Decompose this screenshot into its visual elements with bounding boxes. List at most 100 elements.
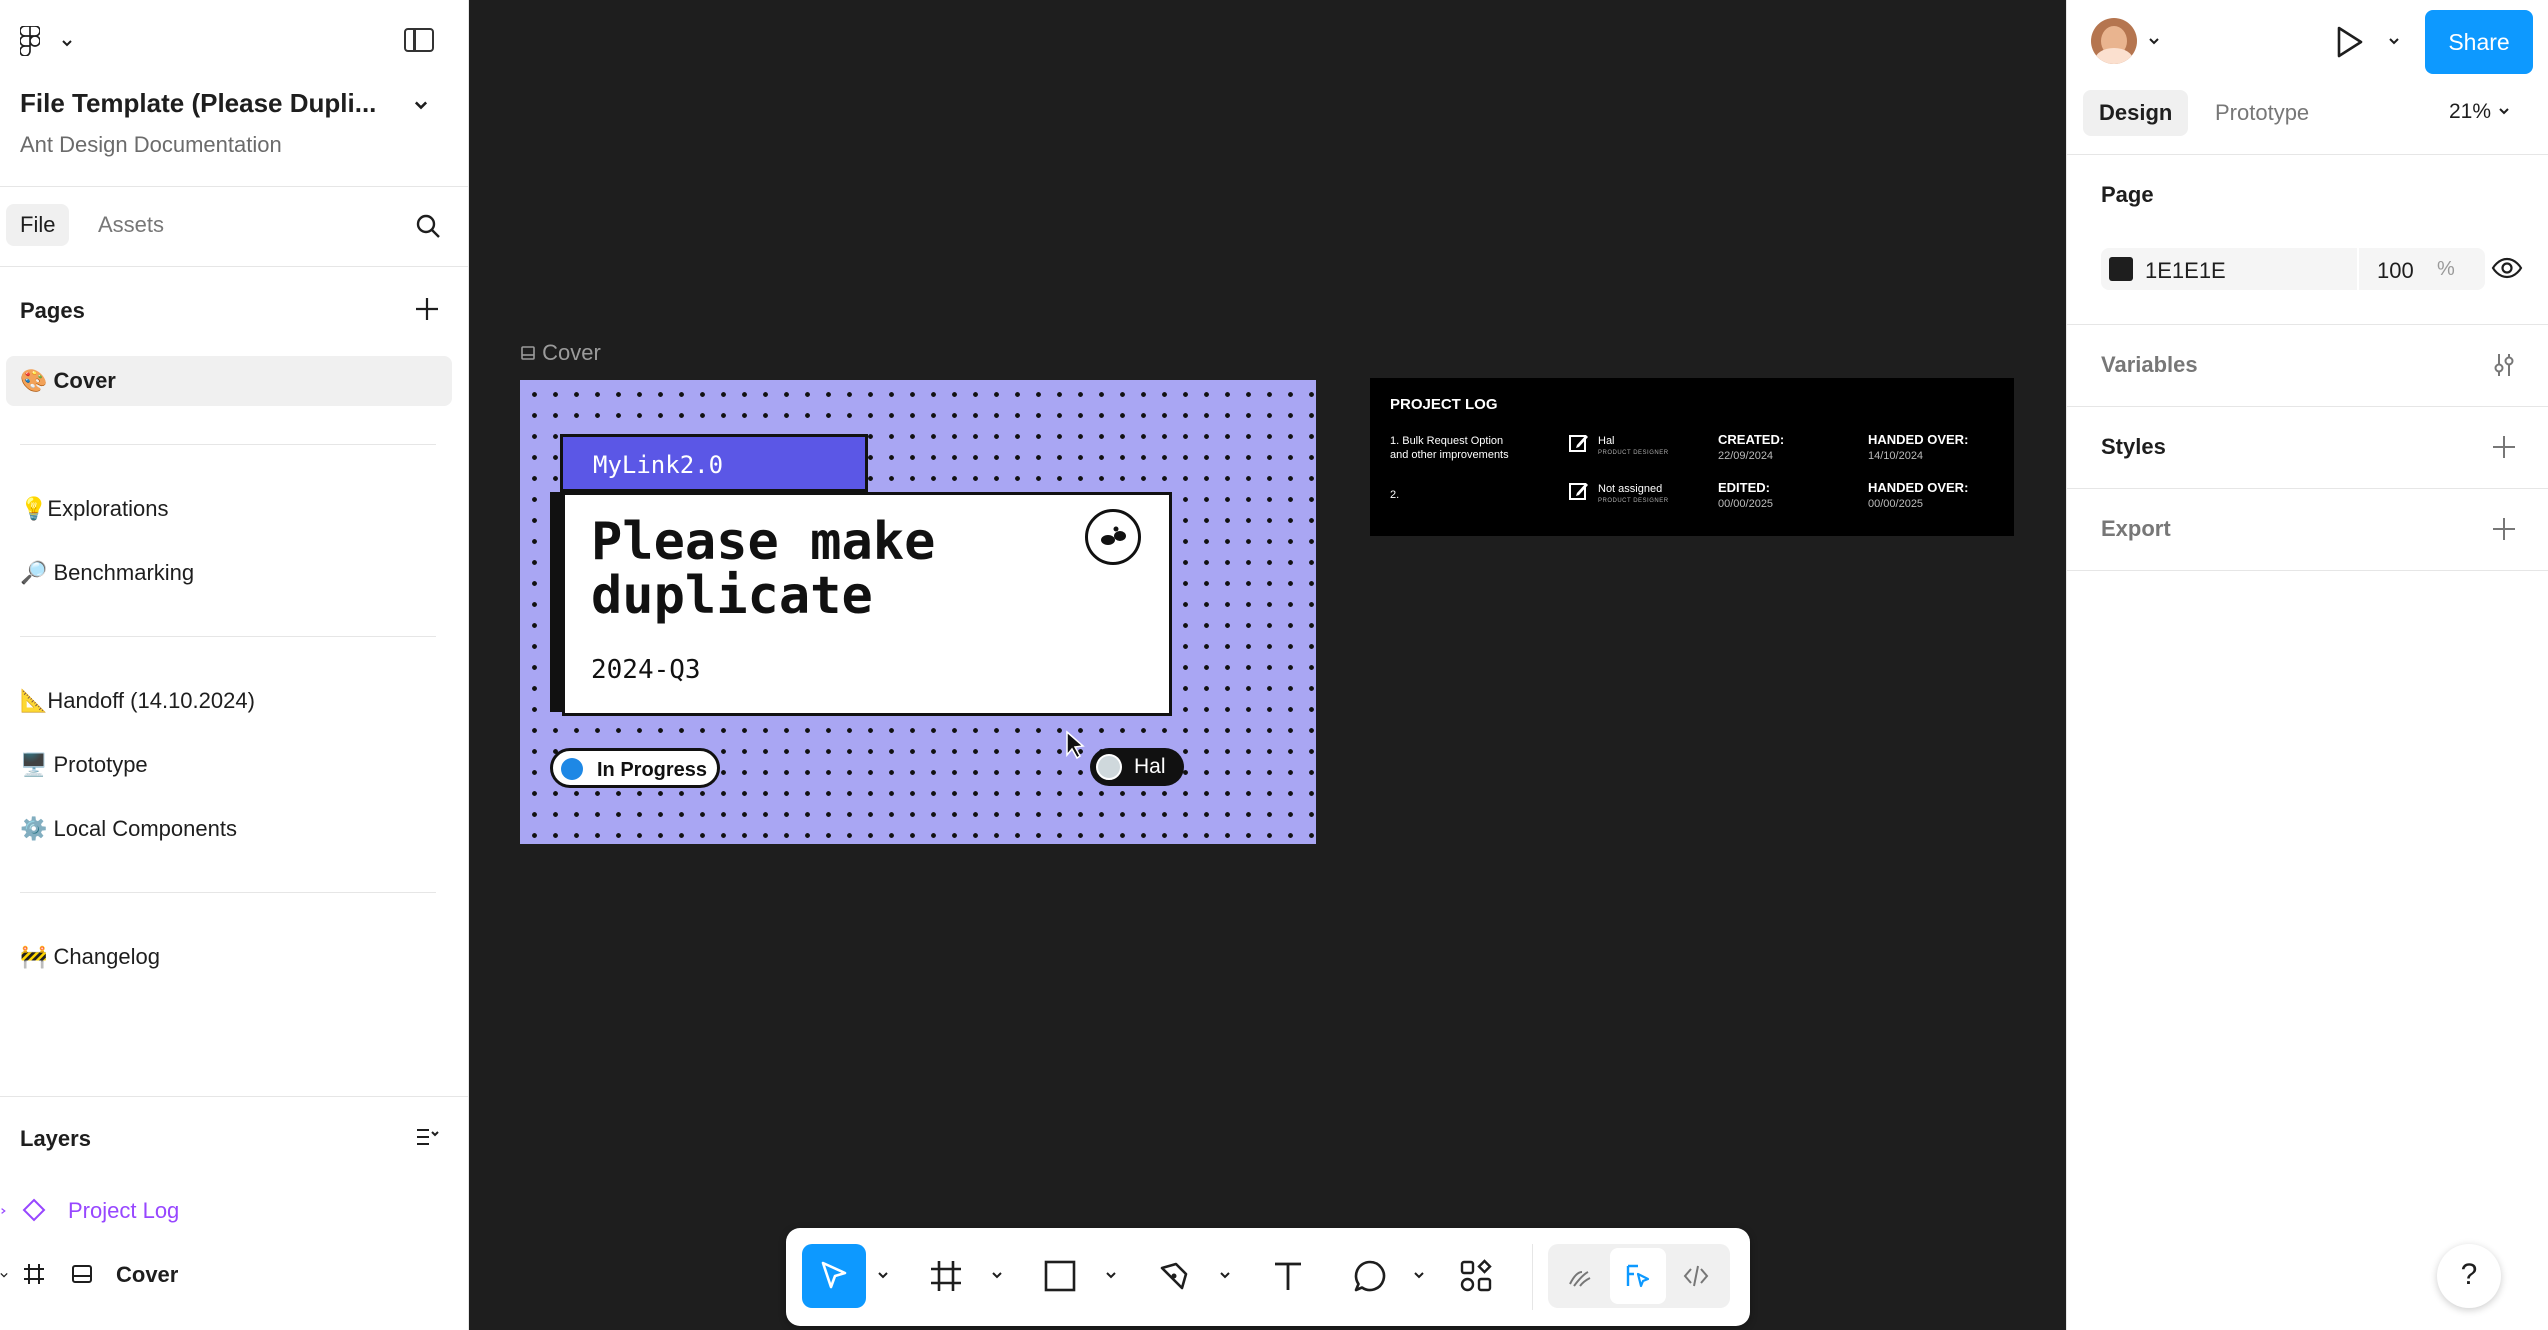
cover-tag-label: MyLink2.0 <box>593 451 724 479</box>
add-style-icon[interactable] <box>2491 434 2517 460</box>
cover-frame-label[interactable]: Cover <box>520 340 601 366</box>
edit-icon <box>1569 435 1588 452</box>
project-log-title: PROJECT LOG <box>1390 396 1498 413</box>
chevron-down-icon[interactable] <box>2387 34 2401 48</box>
zoom-control[interactable]: 21% <box>2449 100 2511 124</box>
divider <box>2067 488 2548 489</box>
chevron-down-icon[interactable] <box>990 1268 1004 1282</box>
color-swatch[interactable] <box>2109 257 2133 281</box>
project-name[interactable]: Ant Design Documentation <box>20 132 282 158</box>
variables-settings-icon[interactable] <box>2491 352 2517 378</box>
sidebar-toggle-icon[interactable] <box>404 28 434 52</box>
page-color-field[interactable]: 1E1E1E 100 % <box>2101 248 2485 290</box>
pen-icon <box>1160 1262 1188 1290</box>
layer-cover[interactable]: Cover <box>0 1250 468 1300</box>
page-separator <box>20 636 436 637</box>
search-icon[interactable] <box>414 212 442 240</box>
status-dot <box>561 758 583 780</box>
chevron-down-icon[interactable] <box>412 96 430 114</box>
add-export-icon[interactable] <box>2491 516 2517 542</box>
left-sidebar: File Template (Please Dupli... Ant Desig… <box>0 0 469 1330</box>
dev-mode-button[interactable] <box>1668 1248 1724 1304</box>
status-badge: In Progress <box>550 748 720 788</box>
add-page-icon[interactable] <box>414 296 440 322</box>
chevron-down-icon[interactable] <box>1104 1268 1118 1282</box>
design-mode-button[interactable] <box>1610 1248 1666 1304</box>
code-icon <box>1683 1265 1709 1287</box>
tab-prototype[interactable]: Prototype <box>2215 100 2309 126</box>
log-created-date: 22/09/2024 <box>1718 450 1774 462</box>
help-button[interactable]: ? <box>2437 1244 2501 1308</box>
draw-mode-button[interactable] <box>1552 1248 1608 1304</box>
chevron-down-icon[interactable] <box>876 1268 890 1282</box>
avatar[interactable] <box>2091 18 2137 64</box>
shape-tool-button[interactable] <box>1028 1244 1092 1308</box>
opacity-input[interactable]: 100 <box>2377 258 2414 284</box>
tab-assets[interactable]: Assets <box>98 212 164 238</box>
rectangle-icon <box>1044 1260 1076 1292</box>
chevron-down-icon[interactable] <box>1218 1268 1232 1282</box>
percent-label: % <box>2437 258 2455 280</box>
text-tool-button[interactable] <box>1256 1244 1320 1308</box>
chevron-down-icon[interactable] <box>2147 34 2161 48</box>
page-item-prototype[interactable]: 🖥️ Prototype <box>6 740 452 790</box>
main-menu-button[interactable] <box>10 18 80 64</box>
section-icon <box>521 346 535 360</box>
collapse-layers-icon[interactable] <box>414 1124 440 1150</box>
page-item-changelog[interactable]: 🚧 Changelog <box>6 932 452 982</box>
actions-button[interactable] <box>1444 1244 1508 1308</box>
project-log-frame[interactable]: PROJECT LOG 1. Bulk Request Option and o… <box>1370 378 2014 536</box>
actions-icon <box>1460 1259 1492 1292</box>
assignee-badge: Hal <box>1090 748 1184 786</box>
log-role: PRODUCT DESIGNER <box>1598 498 1669 504</box>
page-item-local-components[interactable]: ⚙️ Local Components <box>6 804 452 854</box>
log-item-line: and other improvements <box>1390 449 1509 461</box>
chevron-down-icon[interactable] <box>1412 1268 1426 1282</box>
page-item-explorations[interactable]: 💡Explorations <box>6 484 452 534</box>
layer-project-log[interactable]: Project Log <box>0 1186 468 1236</box>
page-item-handoff[interactable]: 📐Handoff (14.10.2024) <box>6 676 452 726</box>
page-separator <box>20 892 436 893</box>
pen-tool-button[interactable] <box>1142 1244 1206 1308</box>
divider <box>2067 154 2548 155</box>
divider <box>2067 570 2548 571</box>
chevron-down-icon <box>2499 108 2509 115</box>
team-logo-icon <box>1085 509 1141 565</box>
comment-tool-button[interactable] <box>1338 1244 1402 1308</box>
cover-title-line: duplicate <box>591 566 873 626</box>
log-edited-date: 00/00/2025 <box>1718 498 1774 510</box>
cover-frame[interactable]: MyLink2.0 Please make duplicate 2024-Q3 … <box>520 380 1316 844</box>
chevron-down-icon[interactable] <box>0 1270 8 1280</box>
divider <box>1532 1244 1533 1310</box>
cover-date: 2024-Q3 <box>591 655 701 685</box>
export-header: Export <box>2101 516 2171 541</box>
tab-design[interactable]: Design <box>2083 90 2189 136</box>
page-item-benchmarking[interactable]: 🔎 Benchmarking <box>6 548 452 598</box>
pages-header: Pages <box>20 298 85 323</box>
layers-header: Layers <box>20 1126 91 1151</box>
log-handed-date: 14/10/2024 <box>1868 450 1924 462</box>
log-item-line: 1. Bulk Request Option <box>1390 435 1504 447</box>
log-person: Hal <box>1598 435 1615 447</box>
frame-icon <box>24 1264 44 1284</box>
chevron-down-icon <box>62 40 72 47</box>
share-button[interactable]: Share <box>2425 10 2533 74</box>
move-tool-button[interactable] <box>802 1244 866 1308</box>
eye-icon[interactable] <box>2491 252 2523 284</box>
frame-tool-button[interactable] <box>914 1244 978 1308</box>
tab-file[interactable]: File <box>6 204 70 246</box>
chevron-right-icon[interactable] <box>0 1206 8 1216</box>
log-handed-date: 00/00/2025 <box>1868 498 1924 510</box>
cover-title: Please make duplicate <box>591 515 935 623</box>
edit-icon <box>1569 483 1588 500</box>
file-title[interactable]: File Template (Please Dupli... <box>20 88 376 119</box>
layer-label: Cover <box>116 1262 179 1287</box>
present-play-icon[interactable] <box>2331 24 2367 60</box>
cover-tag: MyLink2.0 <box>560 434 868 492</box>
zoom-value: 21% <box>2449 100 2492 123</box>
color-hex-input[interactable]: 1E1E1E <box>2145 258 2226 284</box>
page-item-cover[interactable]: 🎨 Cover <box>6 356 452 406</box>
avatar <box>1096 754 1122 780</box>
page-section-header: Page <box>2101 182 2154 207</box>
mode-toggle-group <box>1548 1244 1730 1308</box>
